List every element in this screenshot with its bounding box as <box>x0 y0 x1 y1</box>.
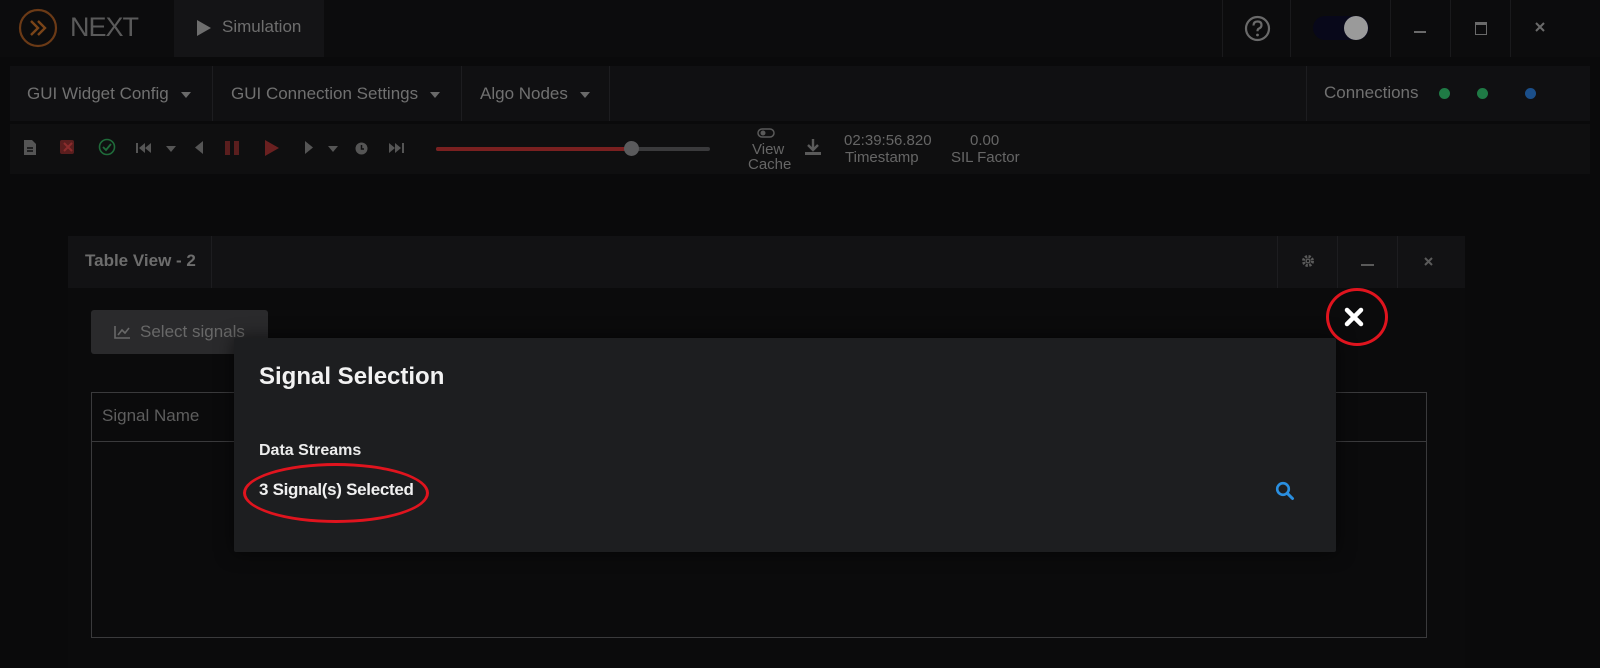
annotation-ellipse <box>243 463 429 523</box>
clock-icon[interactable] <box>355 142 368 155</box>
chevron-down-icon <box>180 91 191 98</box>
play-icon[interactable] <box>264 139 280 157</box>
gear-icon <box>1302 255 1314 267</box>
connection-status-dot <box>1477 88 1488 99</box>
connection-status-dot <box>1439 88 1450 99</box>
menu-label: Algo Nodes <box>480 84 568 103</box>
step-forward-icon[interactable] <box>304 140 314 155</box>
avatar-icon <box>1344 16 1368 40</box>
user-toggle[interactable] <box>1290 0 1391 57</box>
skip-forward-icon[interactable] <box>388 142 404 154</box>
tab-simulation-label: Simulation <box>222 17 302 36</box>
view-cache-button[interactable]: View Cache <box>744 127 792 173</box>
playback-toolbar: View Cache 02:39:56.820 Timestamp 0.00 S… <box>10 124 1590 174</box>
disconnect-icon[interactable] <box>58 137 78 157</box>
playback-progress <box>436 147 631 151</box>
logo-text: NEXT <box>70 12 139 42</box>
panel-header: Table View - 2 <box>68 236 1465 288</box>
maximize-icon <box>1475 22 1487 35</box>
connections-label: Connections <box>1324 83 1419 102</box>
chevron-down-icon[interactable] <box>328 146 338 152</box>
menu-label: GUI Widget Config <box>27 84 169 103</box>
view-cache-label: View <box>752 141 785 158</box>
timestamp-label: Timestamp <box>845 149 919 166</box>
slider-handle[interactable] <box>623 141 639 156</box>
search-icon[interactable] <box>1275 481 1295 501</box>
logo-icon <box>18 8 58 48</box>
close-icon <box>1535 22 1545 32</box>
column-header-signal-name: Signal Name <box>102 406 200 425</box>
panel-minimize-button[interactable] <box>1337 236 1398 288</box>
toggle-icon <box>757 128 775 138</box>
panel-close-button[interactable] <box>1397 236 1458 288</box>
maximize-window-button[interactable] <box>1450 0 1511 57</box>
panel-title: Table View - 2 <box>85 251 196 270</box>
chevron-down-icon <box>430 91 441 98</box>
menu-gui-connection-settings[interactable]: GUI Connection Settings <box>213 66 462 121</box>
close-window-button[interactable] <box>1510 0 1571 57</box>
play-icon <box>197 20 211 36</box>
panel-settings-button[interactable] <box>1277 236 1338 288</box>
minimize-window-button[interactable] <box>1390 0 1451 57</box>
sil-factor-value: 0.00 <box>970 132 1000 149</box>
skip-back-icon[interactable] <box>136 142 152 154</box>
tab-simulation[interactable]: Simulation <box>174 0 324 57</box>
connection-status-dot <box>1525 88 1536 99</box>
step-back-icon[interactable] <box>194 140 204 155</box>
file-icon[interactable] <box>23 139 37 156</box>
menu-gui-widget-config[interactable]: GUI Widget Config <box>10 66 213 121</box>
menu-algo-nodes[interactable]: Algo Nodes <box>462 66 610 121</box>
check-circle-icon[interactable] <box>98 138 116 156</box>
chevron-down-icon <box>579 91 590 98</box>
minimize-icon <box>1414 31 1426 33</box>
minimize-icon <box>1361 264 1374 266</box>
playback-slider[interactable] <box>436 141 710 156</box>
timestamp-value: 02:39:56.820 <box>844 132 932 149</box>
chevron-down-icon[interactable] <box>166 146 176 152</box>
view-cache-label: Cache <box>748 156 792 173</box>
menu-label: GUI Connection Settings <box>231 84 419 103</box>
line-chart-icon <box>114 326 130 339</box>
pause-icon[interactable] <box>224 140 240 156</box>
sil-factor-label: SIL Factor <box>951 149 1020 166</box>
download-icon[interactable] <box>804 138 822 156</box>
menu-bar: GUI Widget Config GUI Connection Setting… <box>10 66 1590 121</box>
signal-selection-modal: Signal Selection Data Streams 3 Signal(s… <box>234 338 1336 552</box>
divider <box>211 236 212 288</box>
modal-title: Signal Selection <box>259 363 445 390</box>
help-button[interactable] <box>1222 0 1291 57</box>
modal-close-icon[interactable] <box>1339 302 1369 332</box>
connections-panel: Connections <box>1306 66 1591 121</box>
help-icon <box>1244 15 1271 42</box>
select-signals-label: Select signals <box>140 322 245 341</box>
data-streams-label: Data Streams <box>259 442 362 459</box>
title-bar: NEXT Simulation <box>0 0 1600 57</box>
close-icon <box>1424 257 1433 266</box>
